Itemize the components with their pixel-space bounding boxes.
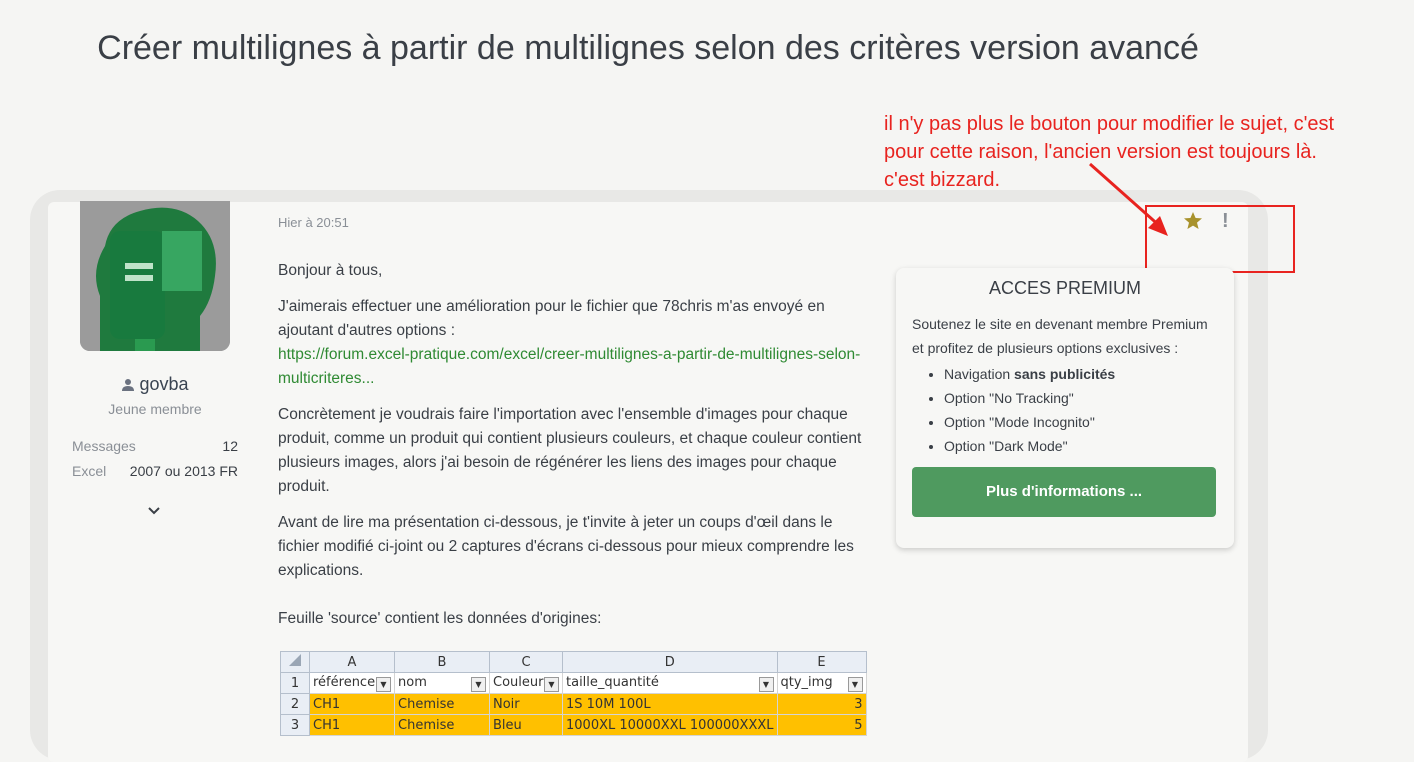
header-text: référence <box>313 674 376 690</box>
chevron-down-icon <box>148 507 160 515</box>
filter-dropdown-icon[interactable]: ▼ <box>376 676 391 692</box>
post-body: Bonjour à tous, J'aimerais effectuer une… <box>278 259 876 643</box>
stat-label: Messages <box>72 438 136 454</box>
post-greeting: Bonjour à tous, <box>278 262 383 279</box>
stat-value: 2007 ou 2013 FR <box>129 463 238 479</box>
annotation-arrow-icon <box>1089 162 1168 236</box>
spreadsheet-screenshot: A B C D E 1 référence ▼ nom ▼ Couleur ▼ tai… <box>280 651 870 741</box>
author-username[interactable]: govba <box>80 374 230 395</box>
list-item: Option "No Tracking" <box>944 386 1115 410</box>
premium-description: Soutenez le site en devenant membre Prem… <box>912 316 1208 356</box>
post-paragraph-text: J'aimerais effectuer une amélioration po… <box>278 298 825 339</box>
select-all-icon <box>289 654 301 666</box>
author-stat-messages: Messages 12 <box>72 438 238 454</box>
column-header: B <box>394 651 490 673</box>
table-cell: Chemise <box>394 714 490 736</box>
row-header: 2 <box>280 693 310 715</box>
avatar[interactable] <box>80 201 230 351</box>
filter-dropdown-icon[interactable]: ▼ <box>758 676 774 692</box>
header-text: taille_quantité <box>566 674 659 690</box>
post-link[interactable]: https://forum.excel-pratique.com/excel/c… <box>278 346 860 387</box>
filter-dropdown-icon[interactable]: ▼ <box>471 676 486 692</box>
list-item: Option "Mode Incognito" <box>944 410 1115 434</box>
header-text: nom <box>398 674 427 690</box>
list-item: Navigation sans publicités <box>944 362 1115 386</box>
table-cell: 1000XL 10000XXL 100000XXXL <box>562 714 778 736</box>
header-text: Couleur <box>493 674 544 690</box>
table-cell: Chemise <box>394 693 490 715</box>
column-header: A <box>309 651 395 673</box>
author-username-label: govba <box>139 374 189 394</box>
select-all-corner <box>280 651 310 673</box>
header-text: qty_img <box>780 674 833 690</box>
list-item: Option "Dark Mode" <box>944 434 1115 458</box>
column-header: C <box>489 651 563 673</box>
list-item-bold-text: sans publicités <box>1014 366 1116 382</box>
post-paragraph: Concrètement je voudrais faire l'importa… <box>278 406 862 495</box>
user-icon <box>122 379 135 392</box>
expand-author-button[interactable] <box>146 504 162 522</box>
table-header-cell: taille_quantité ▼ <box>562 672 778 694</box>
row-header: 1 <box>280 672 310 694</box>
premium-panel: ACCES PREMIUM Soutenez le site en devena… <box>896 268 1234 548</box>
filter-dropdown-icon[interactable]: ▼ <box>847 676 863 692</box>
table-header-cell: qty_img ▼ <box>776 672 867 694</box>
annotation-line-1: il n'y pas plus le bouton pour modifier … <box>884 113 1335 135</box>
filter-dropdown-icon[interactable]: ▼ <box>544 676 559 692</box>
premium-title: ACCES PREMIUM <box>988 278 1141 298</box>
table-cell: CH1 <box>309 693 395 715</box>
table-header-cell: nom ▼ <box>394 672 490 694</box>
table-cell: 5 <box>776 714 867 736</box>
list-item-text: Navigation <box>944 366 1015 382</box>
table-header-cell: référence ▼ <box>309 672 395 694</box>
stat-label: Excel <box>72 463 107 479</box>
column-header: D <box>562 651 778 673</box>
premium-features-list: Navigation sans publicités Option "No Tr… <box>912 362 1115 458</box>
table-row: 1 référence ▼ nom ▼ Couleur ▼ taille_quanti… <box>280 672 867 694</box>
post-paragraph: Feuille 'source' contient les données d'… <box>278 610 602 627</box>
table-cell: CH1 <box>309 714 395 736</box>
author-stat-excel: Excel 2007 ou 2013 FR <box>72 463 238 479</box>
table-row: 3 CH1 Chemise Bleu 1000XL 10000XXL 10000… <box>280 714 867 736</box>
table-cell: Bleu <box>489 714 563 736</box>
avatar-image <box>80 201 230 351</box>
column-header-row: A B C D E <box>280 651 867 673</box>
post-paragraph: Avant de lire ma présentation ci-dessous… <box>278 514 854 579</box>
page-title: Créer multilignes à partir de multiligne… <box>97 29 1199 67</box>
table-cell: 3 <box>776 693 867 715</box>
stat-value: 12 <box>222 438 238 454</box>
post-timestamp[interactable]: Hier à 20:51 <box>278 215 349 230</box>
author-role: Jeune membre <box>108 401 202 417</box>
table-row: 2 CH1 Chemise Noir 1S 10M 100L 3 <box>280 693 867 715</box>
table-header-cell: Couleur ▼ <box>489 672 563 694</box>
table-cell: Noir <box>489 693 563 715</box>
column-header: E <box>776 651 867 673</box>
row-header: 3 <box>280 714 310 736</box>
table-cell: 1S 10M 100L <box>562 693 778 715</box>
post-paragraph: J'aimerais effectuer une amélioration po… <box>278 295 876 391</box>
more-info-button[interactable]: Plus d'informations ... <box>912 467 1216 517</box>
